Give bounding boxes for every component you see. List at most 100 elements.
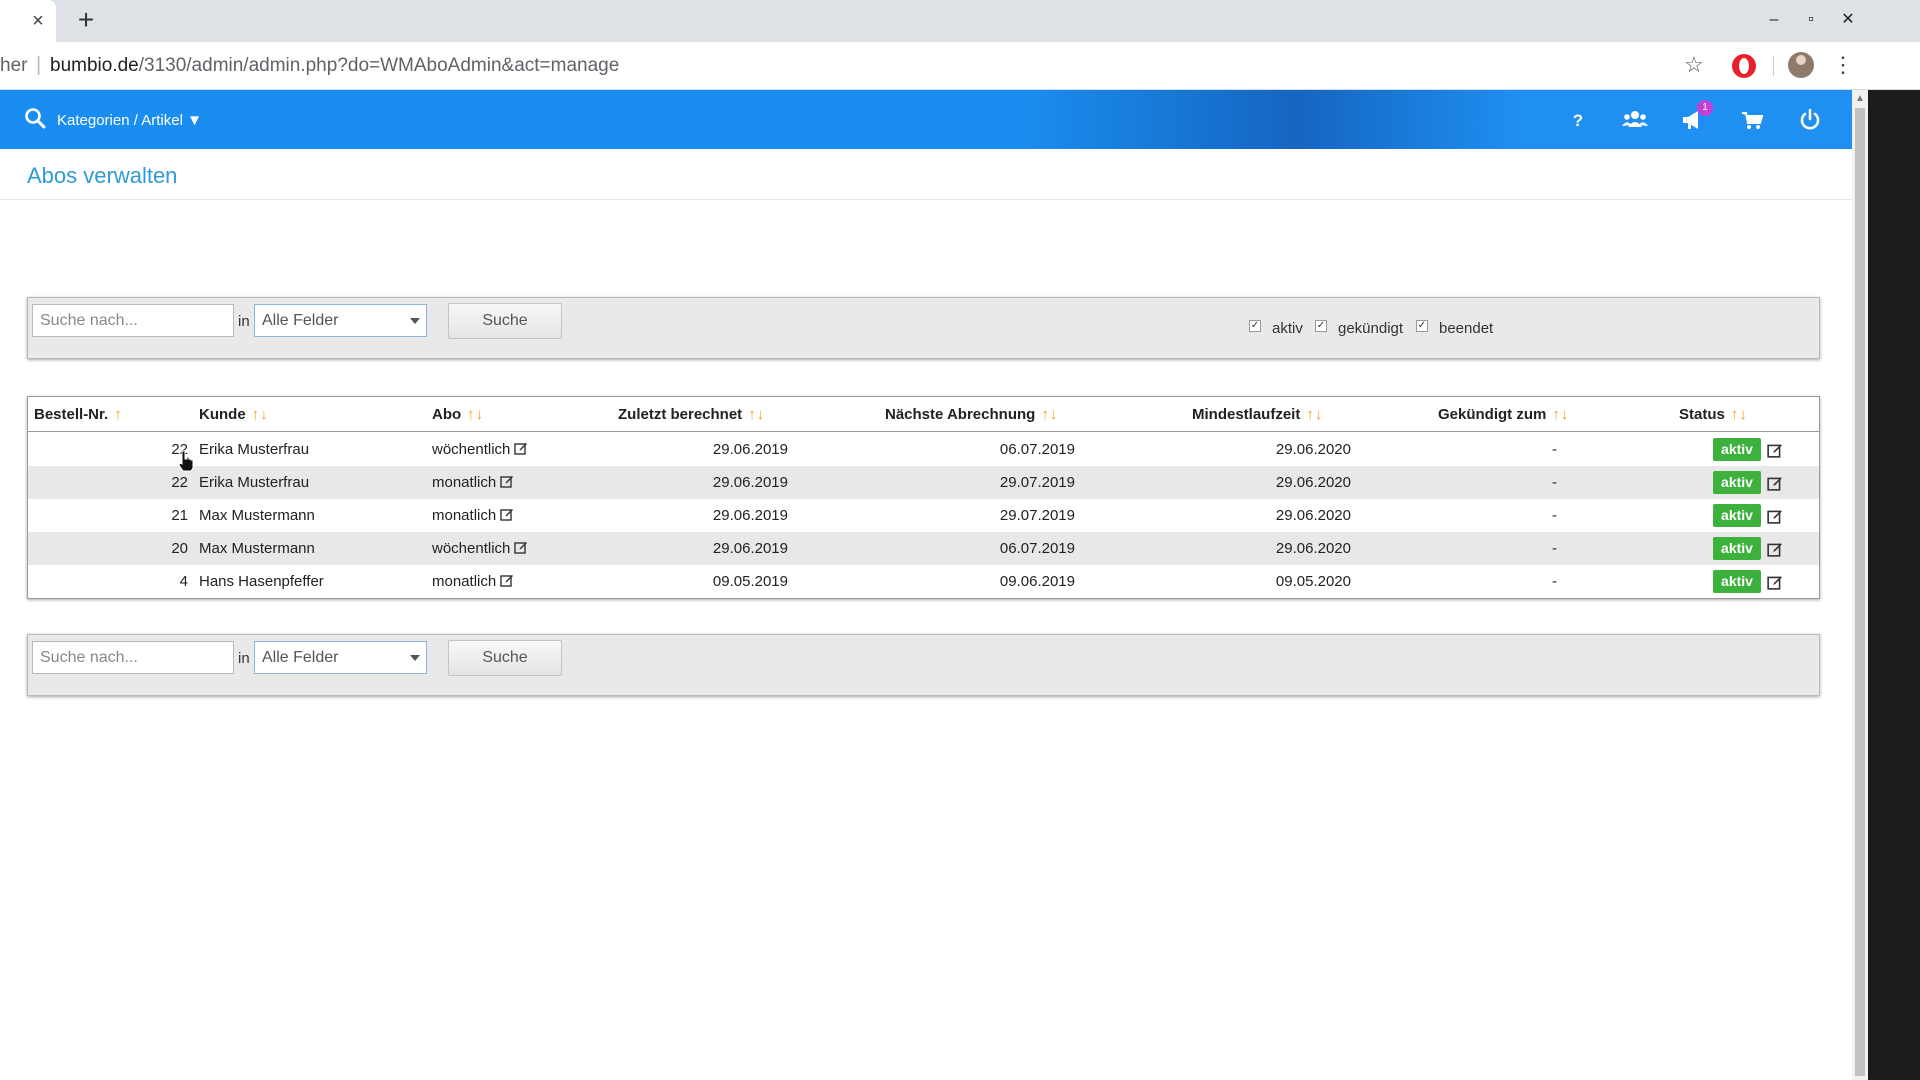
- status-badge[interactable]: aktiv: [1713, 504, 1761, 527]
- sort-arrows-icon[interactable]: ↑↓: [1306, 406, 1323, 423]
- order-number: 4: [179, 573, 188, 590]
- maximize-button[interactable]: ▫: [1799, 8, 1823, 32]
- url-field[interactable]: bumbio.de/3130/admin/admin.php?do=WMAboA…: [50, 55, 619, 77]
- abo-interval: monatlich: [432, 474, 497, 491]
- search-button[interactable]: Suche: [448, 303, 562, 339]
- sort-arrows-icon[interactable]: ↑↓: [467, 406, 484, 423]
- field-select-value: Alle Felder: [262, 312, 339, 329]
- checkbox-gekuendigt[interactable]: ✓: [1315, 320, 1327, 332]
- edit-icon[interactable]: [1767, 541, 1783, 557]
- browser-window: × + – ▫ ✕ her | bumbio.de/3130/admin/adm…: [0, 0, 1920, 1080]
- cancelled-on: -: [1552, 573, 1557, 590]
- table-row[interactable]: 22 Erika Musterfrau monatlich 29.06.2019…: [28, 466, 1819, 499]
- in-label: in: [238, 313, 250, 330]
- sort-arrows-icon[interactable]: ↑↓: [252, 406, 269, 423]
- search-button[interactable]: Suche: [448, 640, 562, 676]
- table-row[interactable]: 22 Erika Musterfrau wöchentlich 29.06.20…: [28, 433, 1819, 466]
- new-tab-button[interactable]: +: [72, 6, 100, 34]
- last-billed: 09.05.2019: [712, 573, 788, 590]
- column-header-naechste-abrechnung[interactable]: Nächste Abrechnung ↑↓: [885, 397, 1058, 432]
- search-input[interactable]: [32, 641, 234, 674]
- edit-icon[interactable]: [1767, 508, 1783, 524]
- table-row[interactable]: 4 Hans Hasenpfeffer monatlich 09.05.2019…: [28, 565, 1819, 598]
- sort-arrows-icon[interactable]: ↑↓: [1731, 406, 1748, 423]
- browser-menu-icon[interactable]: ⋮: [1832, 52, 1854, 78]
- column-header-gekuendigt-zum[interactable]: Gekündigt zum ↑↓: [1438, 397, 1569, 432]
- customer-name: Erika Musterfrau: [199, 474, 310, 491]
- category-menu[interactable]: Kategorien / Artikel ▼: [57, 112, 202, 129]
- address-bar: her | bumbio.de/3130/admin/admin.php?do=…: [0, 42, 1920, 90]
- status-badge[interactable]: aktiv: [1713, 471, 1761, 494]
- sort-arrows-icon[interactable]: ↑↓: [1552, 406, 1569, 423]
- edit-icon[interactable]: [1767, 475, 1783, 491]
- column-header-status[interactable]: Status ↑↓: [1679, 397, 1748, 432]
- scroll-thumb[interactable]: [1855, 108, 1865, 1076]
- sort-arrows-icon[interactable]: ↑↓: [1041, 406, 1058, 423]
- search-input[interactable]: [32, 304, 234, 337]
- minimum-term: 29.06.2020: [1275, 474, 1351, 491]
- checkbox-label-aktiv: aktiv: [1272, 320, 1303, 337]
- chevron-down-icon: [410, 318, 420, 324]
- customer-name: Hans Hasenpfeffer: [199, 573, 324, 590]
- column-title: Zuletzt berechnet: [618, 406, 743, 423]
- abo-cell: monatlich: [432, 565, 514, 598]
- sort-arrows-icon[interactable]: ↑↓: [748, 406, 765, 423]
- abo-interval: monatlich: [432, 507, 497, 524]
- minimum-term: 09.05.2020: [1275, 573, 1351, 590]
- edit-icon[interactable]: [1767, 442, 1783, 458]
- column-title: Bestell-Nr.: [34, 406, 109, 423]
- cart-icon[interactable]: [1739, 107, 1765, 133]
- url-separator: |: [36, 54, 42, 76]
- customer-name: Max Mustermann: [199, 540, 315, 557]
- power-icon[interactable]: [1797, 107, 1823, 133]
- app-header: Kategorien / Artikel ▼ ?: [0, 90, 1852, 149]
- checkbox-aktiv[interactable]: ✓: [1249, 320, 1261, 332]
- column-title: Nächste Abrechnung: [885, 406, 1036, 423]
- edit-icon[interactable]: [1767, 574, 1783, 590]
- column-header-mindestlaufzeit[interactable]: Mindestlaufzeit ↑↓: [1192, 397, 1323, 432]
- cancelled-on: -: [1552, 474, 1557, 491]
- column-header-bestell-nr[interactable]: Bestell-Nr. ↑: [34, 397, 123, 432]
- table-row[interactable]: 21 Max Mustermann monatlich 29.06.2019 2…: [28, 499, 1819, 532]
- column-header-kunde[interactable]: Kunde ↑↓: [199, 397, 269, 432]
- edit-icon[interactable]: [500, 507, 514, 521]
- bookmark-star-icon[interactable]: ☆: [1681, 52, 1707, 78]
- tab-close-icon[interactable]: ×: [28, 10, 48, 32]
- minimize-button[interactable]: –: [1762, 8, 1786, 32]
- profile-avatar[interactable]: [1788, 52, 1814, 78]
- status-badge[interactable]: aktiv: [1713, 438, 1761, 461]
- edit-icon[interactable]: [500, 474, 514, 488]
- field-select[interactable]: Alle Felder: [254, 304, 427, 337]
- sort-arrows-icon[interactable]: ↑: [114, 406, 123, 423]
- active-tab[interactable]: ×: [0, 0, 56, 42]
- column-title: Kunde: [199, 406, 246, 423]
- column-header-abo[interactable]: Abo ↑↓: [432, 397, 484, 432]
- opera-extension-icon[interactable]: [1732, 54, 1756, 78]
- url-host: bumbio.de: [50, 55, 139, 76]
- cancelled-on: -: [1552, 507, 1557, 524]
- search-icon[interactable]: [24, 107, 46, 129]
- column-header-zuletzt-berechnet[interactable]: Zuletzt berechnet ↑↓: [618, 397, 765, 432]
- abo-cell: monatlich: [432, 466, 514, 499]
- order-number: 20: [171, 540, 188, 557]
- next-billing: 06.07.2019: [999, 540, 1075, 557]
- edit-icon[interactable]: [500, 573, 514, 587]
- help-icon[interactable]: ?: [1565, 107, 1591, 133]
- order-number: 21: [171, 507, 188, 524]
- cancelled-on: -: [1552, 441, 1557, 458]
- table-row[interactable]: 20 Max Mustermann wöchentlich 29.06.2019…: [28, 532, 1819, 565]
- header-divider: [28, 431, 1819, 432]
- scroll-up-arrow-icon[interactable]: ▲: [1855, 94, 1865, 104]
- checkbox-beendet[interactable]: ✓: [1416, 320, 1428, 332]
- status-badge[interactable]: aktiv: [1713, 537, 1761, 560]
- tab-strip: × + – ▫ ✕: [0, 0, 1920, 42]
- status-badge[interactable]: aktiv: [1713, 570, 1761, 593]
- field-select[interactable]: Alle Felder: [254, 641, 427, 674]
- edit-icon[interactable]: [514, 540, 528, 554]
- minimum-term: 29.06.2020: [1275, 441, 1351, 458]
- page-scrollbar[interactable]: ▲: [1852, 90, 1868, 1080]
- customer-name: Erika Musterfrau: [199, 441, 310, 458]
- users-icon[interactable]: [1622, 107, 1648, 133]
- edit-icon[interactable]: [514, 441, 528, 455]
- close-window-button[interactable]: ✕: [1836, 8, 1860, 32]
